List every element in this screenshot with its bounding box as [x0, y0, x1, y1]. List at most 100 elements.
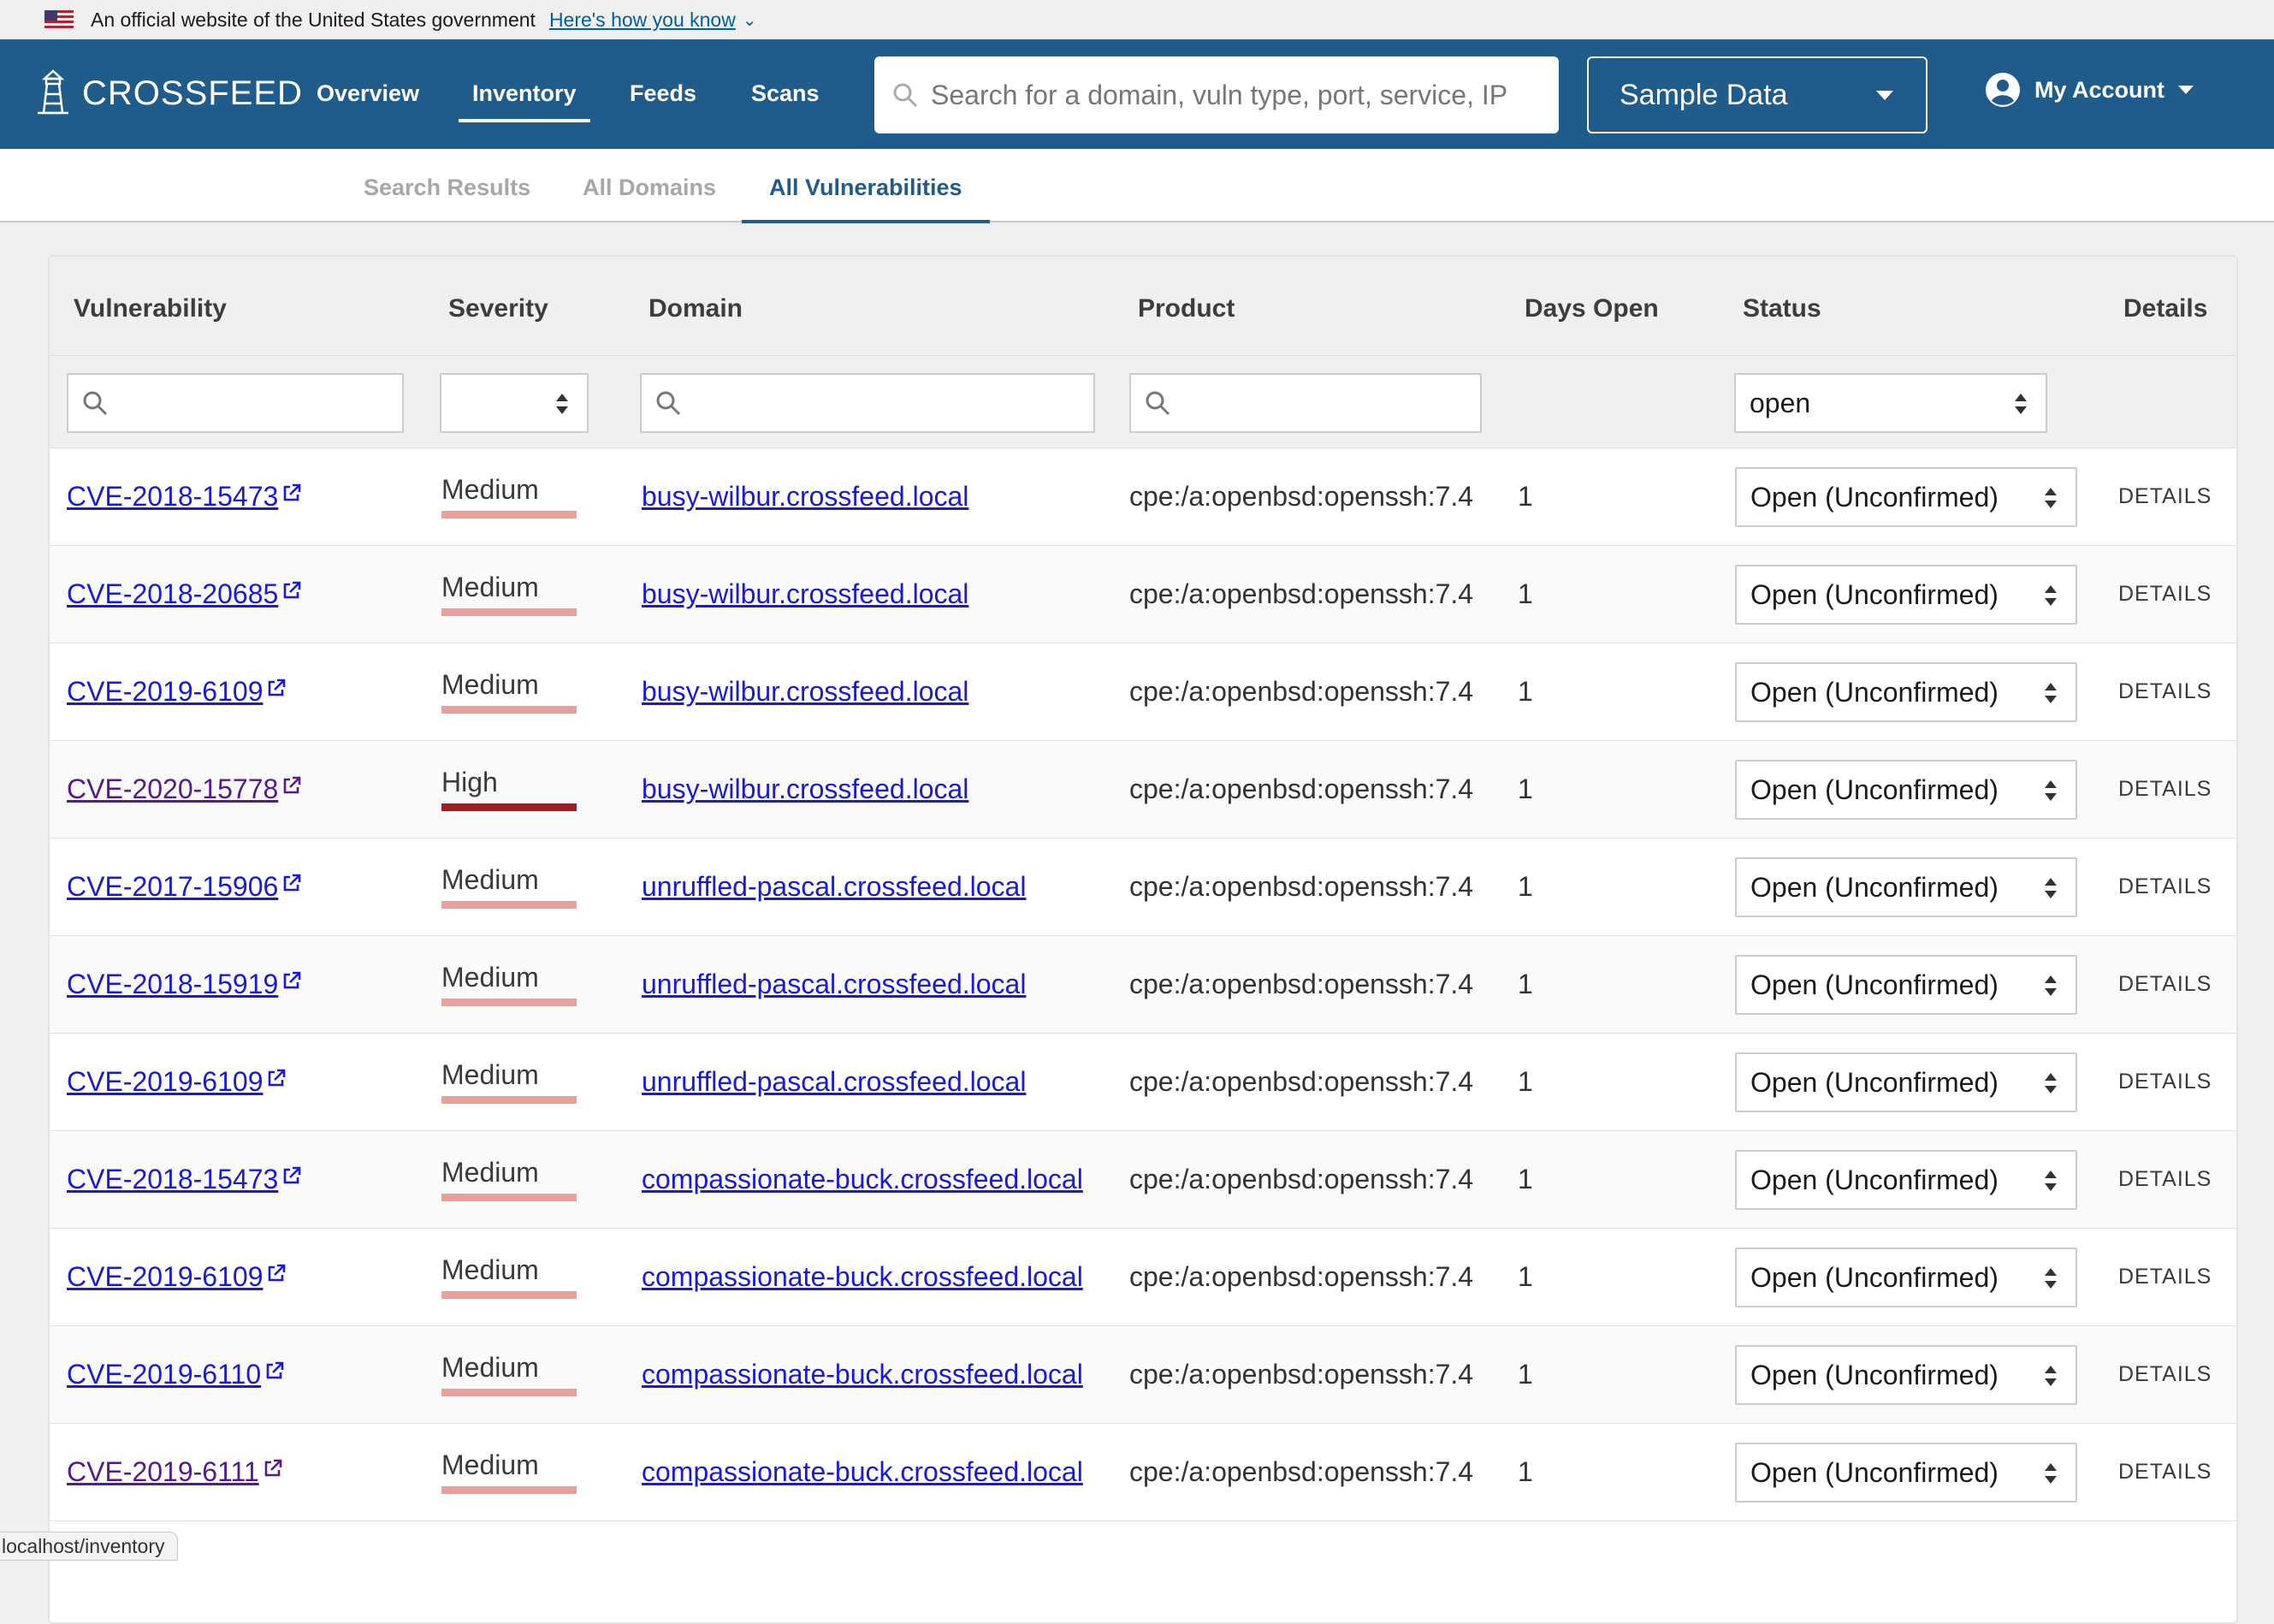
- my-account-menu[interactable]: My Account: [1985, 72, 2194, 108]
- vulnerability-link[interactable]: CVE-2018-20685: [67, 578, 302, 610]
- domain-link[interactable]: compassionate-buck.crossfeed.local: [642, 1456, 1083, 1488]
- organization-select[interactable]: Sample Data: [1587, 56, 1928, 133]
- vulnerability-id: CVE-2017-15906: [67, 871, 279, 902]
- vulnerability-link[interactable]: CVE-2017-15906: [67, 871, 302, 903]
- domain-link[interactable]: busy-wilbur.crossfeed.local: [642, 773, 968, 805]
- column-header-days-open[interactable]: Days Open: [1525, 294, 1659, 323]
- severity-indicator: Medium: [441, 1157, 578, 1201]
- domain-link[interactable]: busy-wilbur.crossfeed.local: [642, 676, 968, 708]
- crossfeed-logo[interactable]: CROSSFEED: [33, 68, 303, 118]
- chevron-down-icon[interactable]: ⌄: [743, 9, 757, 31]
- product-cpe: cpe:/a:openbsd:openssh:7.4: [1129, 1066, 1474, 1097]
- details-button[interactable]: DETAILS: [2118, 679, 2212, 704]
- status-select[interactable]: Open (Unconfirmed): [1735, 467, 2077, 527]
- table-row: CVE-2019-6111 Medium compassionate-buck.cr…: [50, 1424, 2236, 1521]
- external-link-icon: [283, 776, 301, 794]
- vulnerability-link[interactable]: CVE-2018-15473: [67, 1164, 302, 1195]
- domain-link[interactable]: busy-wilbur.crossfeed.local: [642, 481, 968, 513]
- product-cpe: cpe:/a:openbsd:openssh:7.4: [1129, 676, 1474, 707]
- table-row: CVE-2019-6109 Medium busy-wilbur.crossfeed…: [50, 643, 2236, 741]
- product-cpe: cpe:/a:openbsd:openssh:7.4: [1129, 1359, 1474, 1390]
- days-open: 1: [1518, 773, 1533, 804]
- domain-link[interactable]: compassionate-buck.crossfeed.local: [642, 1359, 1083, 1390]
- domain-filter-input[interactable]: [640, 373, 1095, 433]
- status-select-value: Open (Unconfirmed): [1750, 969, 1999, 1000]
- severity-label: Medium: [441, 572, 539, 602]
- details-button[interactable]: DETAILS: [2118, 777, 2212, 802]
- tab-all-vulnerabilities[interactable]: All Vulnerabilities: [742, 175, 990, 223]
- vulnerability-filter-input[interactable]: [67, 373, 404, 433]
- status-select[interactable]: Open (Unconfirmed): [1735, 1052, 2077, 1112]
- vulnerability-link[interactable]: CVE-2019-6109: [67, 676, 287, 708]
- status-select-value: Open (Unconfirmed): [1750, 578, 1999, 610]
- vulnerability-link[interactable]: CVE-2018-15919: [67, 969, 302, 1000]
- nav-feeds[interactable]: Feeds: [630, 80, 696, 107]
- status-select[interactable]: Open (Unconfirmed): [1735, 1345, 2077, 1405]
- domain-link[interactable]: unruffled-pascal.crossfeed.local: [642, 871, 1026, 903]
- column-header-domain[interactable]: Domain: [648, 294, 743, 323]
- nav-inventory[interactable]: Inventory: [459, 80, 590, 122]
- logo-text: CROSSFEED: [82, 74, 303, 112]
- sort-updown-icon: [2045, 488, 2057, 508]
- my-account-label: My Account: [2034, 76, 2165, 103]
- global-search-input[interactable]: [931, 79, 1530, 111]
- details-button[interactable]: DETAILS: [2118, 1167, 2212, 1192]
- status-select[interactable]: Open (Unconfirmed): [1735, 857, 2077, 917]
- severity-bar: [441, 511, 577, 519]
- severity-bar: [441, 1096, 577, 1104]
- details-button[interactable]: DETAILS: [2118, 874, 2212, 899]
- domain-link[interactable]: compassionate-buck.crossfeed.local: [642, 1164, 1083, 1195]
- details-button[interactable]: DETAILS: [2118, 582, 2212, 607]
- product-cpe: cpe:/a:openbsd:openssh:7.4: [1129, 969, 1474, 999]
- sort-updown-icon: [2045, 683, 2057, 703]
- column-header-vulnerability[interactable]: Vulnerability: [74, 294, 227, 323]
- status-select[interactable]: Open (Unconfirmed): [1735, 1248, 2077, 1307]
- details-button[interactable]: DETAILS: [2118, 972, 2212, 997]
- vulnerability-link[interactable]: CVE-2020-15778: [67, 773, 302, 805]
- days-open: 1: [1518, 969, 1533, 999]
- domain-link[interactable]: compassionate-buck.crossfeed.local: [642, 1261, 1083, 1293]
- details-button[interactable]: DETAILS: [2118, 1265, 2212, 1289]
- status-select[interactable]: Open (Unconfirmed): [1735, 760, 2077, 820]
- details-button[interactable]: DETAILS: [2118, 484, 2212, 509]
- details-button[interactable]: DETAILS: [2118, 1362, 2212, 1387]
- domain-link[interactable]: busy-wilbur.crossfeed.local: [642, 578, 968, 610]
- domain-link[interactable]: unruffled-pascal.crossfeed.local: [642, 969, 1026, 1000]
- external-link-icon: [283, 483, 301, 501]
- status-select[interactable]: Open (Unconfirmed): [1735, 1443, 2077, 1502]
- table-row: CVE-2019-6110 Medium compassionate-buck.cr…: [50, 1326, 2236, 1424]
- tab-search-results[interactable]: Search Results: [364, 175, 530, 201]
- column-header-status[interactable]: Status: [1743, 294, 1821, 323]
- column-header-severity[interactable]: Severity: [448, 294, 548, 323]
- external-link-icon: [264, 1459, 282, 1477]
- tab-all-domains[interactable]: All Domains: [583, 175, 716, 201]
- severity-filter-select[interactable]: [440, 373, 589, 433]
- vulnerability-link[interactable]: CVE-2019-6110: [67, 1359, 285, 1390]
- status-select-value: Open (Unconfirmed): [1750, 481, 1999, 513]
- vulnerability-link[interactable]: CVE-2018-15473: [67, 481, 302, 513]
- severity-label: Medium: [441, 1157, 539, 1188]
- heres-how-you-know-link[interactable]: Here's how you know: [549, 9, 736, 32]
- nav-overview[interactable]: Overview: [317, 80, 419, 107]
- status-select[interactable]: Open (Unconfirmed): [1735, 955, 2077, 1015]
- days-open: 1: [1518, 578, 1533, 609]
- vulnerability-link[interactable]: CVE-2019-6111: [67, 1456, 283, 1488]
- status-select[interactable]: Open (Unconfirmed): [1735, 662, 2077, 722]
- vulnerability-id: CVE-2018-20685: [67, 578, 279, 609]
- domain-link[interactable]: unruffled-pascal.crossfeed.local: [642, 1066, 1026, 1098]
- vulnerability-link[interactable]: CVE-2019-6109: [67, 1261, 287, 1293]
- details-button[interactable]: DETAILS: [2118, 1460, 2212, 1485]
- status-select[interactable]: Open (Unconfirmed): [1735, 1150, 2077, 1210]
- product-filter-input[interactable]: [1129, 373, 1482, 433]
- severity-indicator: Medium: [441, 962, 578, 1006]
- status-filter-select[interactable]: open: [1734, 373, 2047, 433]
- global-search[interactable]: [874, 56, 1559, 133]
- status-select[interactable]: Open (Unconfirmed): [1735, 565, 2077, 625]
- nav-scans[interactable]: Scans: [751, 80, 820, 107]
- status-select-value: Open (Unconfirmed): [1750, 1066, 1999, 1098]
- column-header-product[interactable]: Product: [1138, 294, 1235, 323]
- vulnerability-link[interactable]: CVE-2019-6109: [67, 1066, 287, 1098]
- table-row: CVE-2017-15906 Medium unruffled-pascal.cro…: [50, 839, 2236, 936]
- details-button[interactable]: DETAILS: [2118, 1070, 2212, 1094]
- days-open: 1: [1518, 676, 1533, 707]
